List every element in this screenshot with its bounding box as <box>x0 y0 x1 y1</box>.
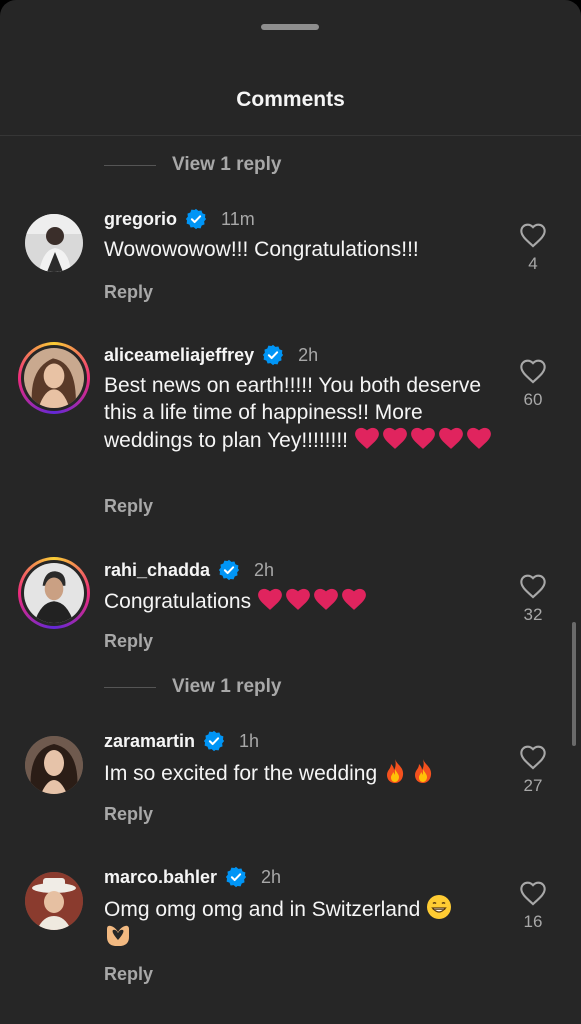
fire-emoji <box>415 759 432 783</box>
like-control[interactable]: 16 <box>518 880 548 932</box>
red-heart-emoji <box>382 427 407 449</box>
red-heart-emoji <box>342 588 366 610</box>
drag-handle[interactable] <box>261 24 319 30</box>
red-heart-emoji <box>410 427 435 449</box>
comment-text: Wowowowow!!! Congratulations!!! <box>104 236 504 263</box>
reply-button[interactable]: Reply <box>104 496 153 517</box>
thread-line <box>104 164 156 166</box>
comments-sheet: Comments View 1 reply gregorio 11m Wowow… <box>0 0 581 1024</box>
avatar-story-ring[interactable] <box>18 557 90 629</box>
avatar-photo-icon <box>24 348 84 408</box>
verified-badge-icon <box>203 730 225 752</box>
like-count: 32 <box>523 605 543 624</box>
like-count: 4 <box>528 254 538 273</box>
avatar-photo-icon <box>24 563 84 623</box>
heart-outline-icon <box>520 745 546 770</box>
timestamp: 2h <box>254 559 275 580</box>
comment-text-body: Congratulations <box>104 590 252 613</box>
red-heart-emoji <box>354 427 379 449</box>
header-divider <box>0 135 581 136</box>
verified-badge-icon <box>218 559 240 581</box>
view-replies-label: View 1 reply <box>172 676 282 697</box>
scrollbar[interactable] <box>572 622 576 746</box>
comment-text-body: Omg omg omg and in Switzerland <box>104 898 421 921</box>
heart-outline-icon <box>520 881 546 906</box>
grinning-face-emoji <box>427 895 452 919</box>
comment-text: Best news on earth!!!!! You both deserve… <box>104 372 494 454</box>
view-replies-label: View 1 reply <box>172 154 282 175</box>
heart-hands-emoji <box>107 925 129 946</box>
like-control[interactable]: 32 <box>518 573 548 625</box>
comment-text: Im so excited for the wedding <box>104 758 504 787</box>
comment-meta: gregorio 11m <box>104 206 255 232</box>
avatar-photo-icon <box>25 214 83 272</box>
sheet-title: Comments <box>236 88 345 111</box>
fire-emoji <box>387 759 404 783</box>
username[interactable]: aliceameliajeffrey <box>104 345 254 366</box>
username[interactable]: marco.bahler <box>104 867 217 888</box>
red-heart-emoji <box>438 427 463 449</box>
comment-meta: rahi_chadda 2h <box>104 557 274 583</box>
reply-button[interactable]: Reply <box>104 282 153 303</box>
comment-text: Omg omg omg and in Switzerland <box>104 894 494 952</box>
like-count: 60 <box>523 390 543 409</box>
comment-meta: aliceameliajeffrey 2h <box>104 342 318 368</box>
heart-outline-icon <box>520 223 546 248</box>
avatar-photo-icon <box>25 872 83 930</box>
like-control[interactable]: 27 <box>518 744 548 796</box>
username[interactable]: zaramartin <box>104 731 195 752</box>
username[interactable]: gregorio <box>104 209 177 230</box>
comment-text: Congratulations <box>104 587 504 615</box>
timestamp: 1h <box>239 730 260 751</box>
red-heart-emoji <box>466 427 491 449</box>
timestamp: 11m <box>221 208 255 229</box>
reply-button[interactable]: Reply <box>104 804 153 825</box>
comment-text-body: Im so excited for the wedding <box>104 762 378 785</box>
thread-line <box>104 686 156 688</box>
view-replies-button[interactable]: View 1 reply <box>104 152 282 178</box>
red-heart-emoji <box>314 588 338 610</box>
red-heart-emoji <box>258 588 282 610</box>
comment-meta: marco.bahler 2h <box>104 864 281 890</box>
red-heart-emoji <box>286 588 310 610</box>
like-count: 16 <box>523 912 543 931</box>
like-control[interactable]: 4 <box>518 222 548 274</box>
avatar[interactable] <box>25 872 83 930</box>
username[interactable]: rahi_chadda <box>104 560 210 581</box>
avatar[interactable] <box>25 736 83 794</box>
verified-badge-icon <box>185 208 207 230</box>
like-count: 27 <box>523 776 543 795</box>
avatar-photo-icon <box>25 736 83 794</box>
timestamp: 2h <box>261 866 282 887</box>
timestamp: 2h <box>298 344 319 365</box>
verified-badge-icon <box>225 866 247 888</box>
verified-badge-icon <box>262 344 284 366</box>
avatar-story-ring[interactable] <box>18 342 90 414</box>
comment-meta: zaramartin 1h <box>104 728 259 754</box>
reply-button[interactable]: Reply <box>104 964 153 985</box>
heart-outline-icon <box>520 574 546 599</box>
view-replies-button[interactable]: View 1 reply <box>104 674 282 700</box>
heart-outline-icon <box>520 359 546 384</box>
avatar[interactable] <box>25 214 83 272</box>
like-control[interactable]: 60 <box>518 358 548 410</box>
reply-button[interactable]: Reply <box>104 631 153 652</box>
comment-text-body: Wowowowow!!! Congratulations!!! <box>104 238 419 261</box>
